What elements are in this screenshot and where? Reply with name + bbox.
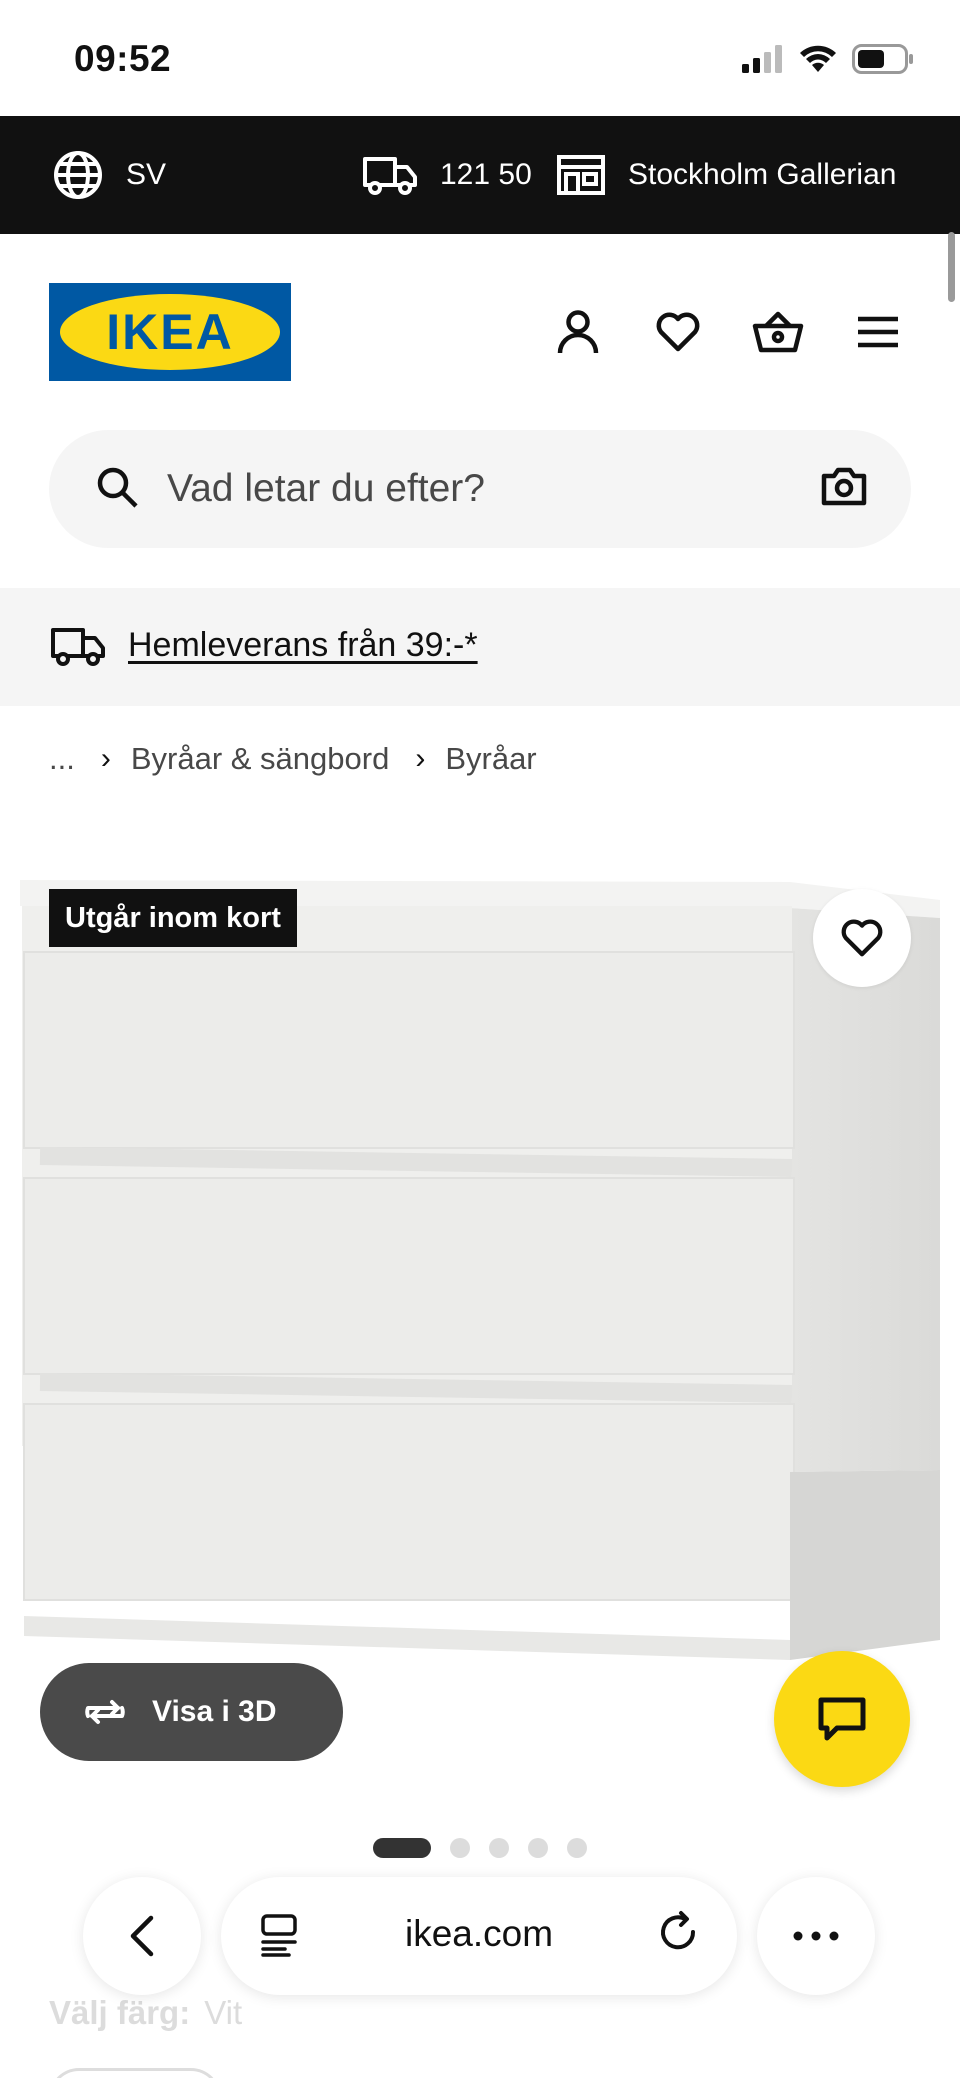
menu-button[interactable] [852, 302, 904, 362]
chevron-left-icon [130, 1915, 154, 1957]
postal-code-selector[interactable]: 121 50 [362, 116, 532, 234]
chat-button[interactable] [774, 1651, 910, 1787]
carousel-dot[interactable] [450, 1838, 470, 1858]
account-icon [557, 310, 599, 354]
breadcrumb: ... › Byråar & sängbord › Byråar [49, 738, 537, 780]
language-label: SV [126, 158, 167, 191]
discontinued-badge: Utgår inom kort [49, 889, 297, 947]
top-bar: SV 121 50 Stockholm Gallerian [0, 116, 960, 234]
delivery-link[interactable]: Hemleverans från 39:-* [128, 626, 478, 665]
status-time: 09:52 [74, 38, 172, 79]
account-button[interactable] [552, 302, 604, 362]
basket-icon [752, 311, 804, 353]
chevron-right-icon: › [100, 742, 111, 775]
rotate-3d-icon [85, 1700, 125, 1724]
dresser-illustration [20, 880, 940, 1660]
carousel-dot[interactable] [528, 1838, 548, 1858]
ikea-logo-text: IKEA [106, 304, 233, 360]
store-label: Stockholm Gallerian [628, 158, 897, 191]
wifi-icon [800, 45, 836, 72]
ikea-logo[interactable]: IKEA [49, 283, 291, 381]
heart-icon [841, 919, 883, 957]
heart-icon [656, 312, 700, 352]
header-icons [552, 302, 904, 362]
carousel-pagination [0, 1838, 960, 1858]
search-input[interactable] [167, 454, 807, 524]
breadcrumb-item-dressers[interactable]: Byråar [445, 741, 536, 777]
browser-more-button[interactable] [757, 1877, 875, 1995]
breadcrumb-item-dressers-nightstands[interactable]: Byråar & sängbord [131, 741, 389, 777]
language-selector[interactable]: SV [52, 116, 166, 234]
add-to-favorites-button[interactable] [813, 889, 911, 987]
camera-search-icon[interactable] [821, 466, 867, 506]
status-bar: 09:52 [0, 0, 960, 116]
postal-code-label: 121 50 [440, 158, 532, 191]
delivery-truck-icon [51, 628, 105, 666]
carousel-dot[interactable] [489, 1838, 509, 1858]
search-bar [49, 430, 911, 548]
store-selector[interactable]: Stockholm Gallerian [556, 116, 896, 234]
status-icons [742, 44, 914, 74]
globe-icon [54, 151, 102, 199]
color-swatch[interactable] [49, 2068, 221, 2078]
store-icon [557, 155, 605, 195]
scrollbar[interactable] [948, 232, 955, 302]
view-in-3d-label: Visa i 3D [152, 1695, 277, 1728]
battery-icon [852, 44, 913, 74]
reload-icon[interactable] [659, 1910, 701, 1956]
carousel-dot[interactable] [373, 1838, 431, 1858]
signal-icon [742, 45, 782, 73]
chat-icon [818, 1697, 866, 1741]
ikea-logo-mark: IKEA [60, 294, 280, 370]
chevron-right-icon: › [415, 742, 426, 775]
address-bar[interactable]: ikea.com [221, 1877, 737, 1995]
delivery-banner: Hemleverans från 39:-* [0, 588, 960, 706]
truck-icon [363, 157, 417, 195]
menu-icon [858, 316, 898, 348]
carousel-dot[interactable] [567, 1838, 587, 1858]
browser-toolbar: ikea.com [0, 1870, 960, 2000]
basket-button[interactable] [752, 302, 804, 362]
favorites-button[interactable] [652, 302, 704, 362]
product-image[interactable] [0, 860, 960, 1790]
breadcrumb-ellipsis[interactable]: ... [49, 741, 75, 777]
more-dots-icon [793, 1931, 839, 1941]
search-icon[interactable] [95, 465, 139, 509]
view-in-3d-button[interactable]: Visa i 3D [40, 1663, 343, 1761]
browser-back-button[interactable] [83, 1877, 201, 1995]
